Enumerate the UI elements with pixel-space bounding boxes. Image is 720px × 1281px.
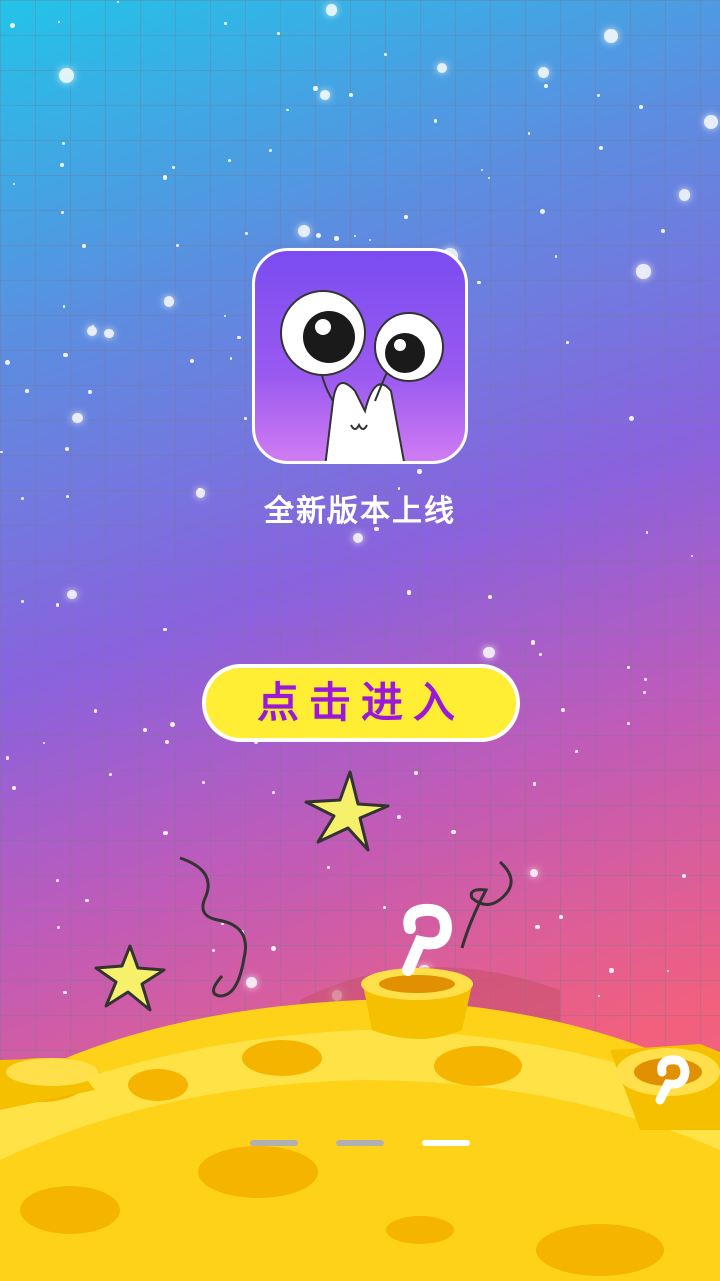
crater: [198, 1146, 318, 1198]
crater: [536, 1224, 664, 1276]
planet-scene: [0, 770, 720, 1281]
snail-mascot-icon: [280, 290, 444, 461]
app-logo: [252, 248, 468, 464]
star-decoration: [94, 944, 166, 1012]
star-decoration: [304, 770, 390, 852]
enter-button[interactable]: 点击进入: [202, 664, 520, 742]
vine: [460, 860, 513, 949]
vine: [179, 856, 247, 998]
crater: [434, 1046, 522, 1086]
page-indicator-dot: [336, 1140, 384, 1146]
crater: [386, 1216, 454, 1244]
swirl-smoke: [402, 903, 453, 976]
crater: [128, 1069, 188, 1101]
tagline-new-version: 全新版本上线: [264, 494, 456, 529]
crater: [242, 1040, 322, 1076]
page-indicator-dot: [250, 1140, 298, 1146]
page-indicator-dot-active: [422, 1140, 470, 1146]
crater: [20, 1186, 120, 1234]
